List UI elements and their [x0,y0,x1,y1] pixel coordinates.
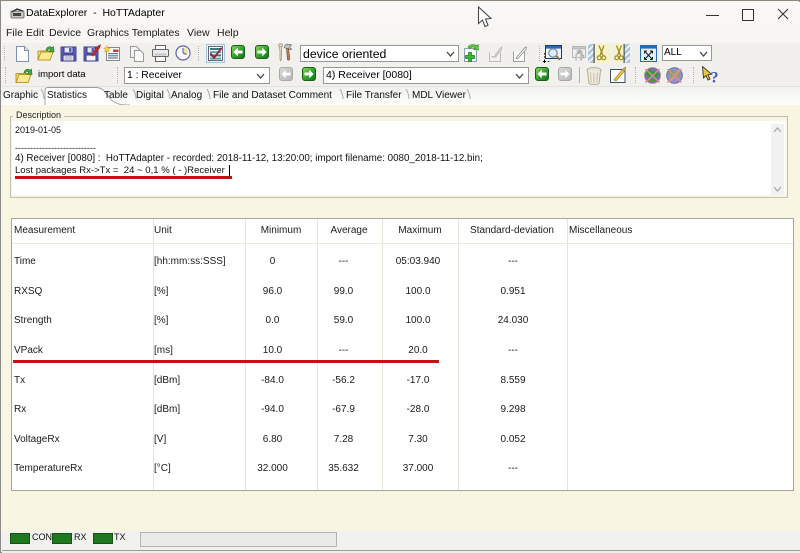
svg-text:?: ? [711,70,719,86]
